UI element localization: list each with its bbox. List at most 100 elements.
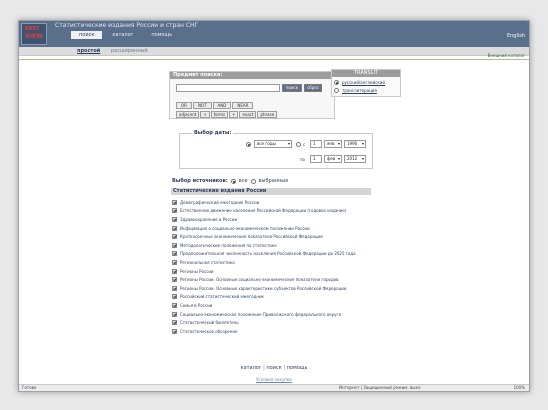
to-label: по	[300, 157, 306, 162]
checkbox-icon[interactable]	[172, 242, 177, 248]
list-item-label: Регионы России. Основные социально-эконо…	[180, 277, 339, 283]
search-panel: Предмет поиска: поиск сброс OR NOT AND N…	[169, 71, 335, 119]
list-item[interactable]: Социально-экономическое положение Привол…	[172, 310, 372, 319]
tab-search[interactable]: поиск	[71, 31, 103, 39]
eastview-logo[interactable]: EAST VIEW	[21, 23, 47, 45]
checkbox-icon[interactable]	[172, 285, 177, 291]
list-item[interactable]: Методологические положения по статистике	[172, 241, 372, 250]
date-legend: Выбор даты:	[192, 130, 234, 136]
list-item[interactable]: Естественное движение населения Российск…	[172, 207, 372, 216]
tab-help[interactable]: помощь	[143, 31, 180, 39]
english-link[interactable]: English	[507, 33, 525, 39]
checkbox-icon[interactable]	[172, 225, 177, 231]
reset-button[interactable]: сброс	[304, 84, 322, 92]
logo-text-bottom: VIEW	[25, 33, 43, 40]
footer-catalog-link[interactable]: каталог	[241, 365, 262, 371]
list-item[interactable]: Регионы России. Основные социально-эконо…	[172, 275, 372, 284]
checkbox-icon[interactable]	[172, 320, 177, 326]
to-day-select[interactable]: 1	[310, 155, 322, 163]
checkbox-icon[interactable]	[172, 251, 177, 257]
logo-text-top: EAST	[25, 26, 40, 32]
list-item[interactable]: Региональная статистика	[172, 258, 372, 267]
main-tabs: поиск каталог помощь	[71, 31, 180, 39]
list-item[interactable]: Краткосрочные экономические показатели Р…	[172, 232, 372, 241]
op-and-button[interactable]: AND	[212, 102, 232, 109]
to-day-value: 1	[313, 156, 316, 161]
boolean-operators: OR NOT AND NEAR	[176, 102, 254, 109]
to-month-select[interactable]: фев ▾	[324, 155, 342, 163]
list-item[interactable]: Статистическое обозрение	[172, 327, 372, 336]
phrase-operators: adjacent + forms + exact phrase	[176, 111, 278, 118]
sources-selected-radio[interactable]	[250, 178, 256, 184]
chevron-down-icon: ▾	[287, 141, 290, 146]
list-item[interactable]: Регионы России	[172, 267, 372, 276]
list-item[interactable]: Здравоохранение в России	[172, 215, 372, 224]
checkbox-icon[interactable]	[172, 328, 177, 334]
checkbox-icon[interactable]	[172, 208, 177, 214]
list-item-label: Социально-экономическое положение Привол…	[180, 311, 342, 317]
browser-window: EAST VIEW Статистические издания России …	[18, 20, 530, 392]
list-item[interactable]: Регионы России. Основные характеристики …	[172, 284, 372, 293]
list-item[interactable]: Российский статистический ежегодник	[172, 293, 372, 302]
list-item[interactable]: Информация о социально-экономическом пол…	[172, 224, 372, 233]
sources-label: Выбор источников:	[172, 178, 228, 184]
list-item-label: Статистический бюллетень	[180, 320, 239, 326]
sources-all-label: все	[238, 178, 248, 184]
footer-search-link[interactable]: поиск	[266, 365, 281, 371]
from-year-value: 1990	[347, 141, 358, 146]
list-item[interactable]: Семья в России	[172, 301, 372, 310]
search-mode-bar: простой расширенный	[19, 47, 529, 56]
date-range-value: все годы	[257, 141, 276, 146]
terms-link[interactable]: Условия покупки	[19, 377, 529, 382]
list-item-label: Семья в России	[180, 302, 213, 308]
op-not-button[interactable]: NOT	[192, 102, 212, 109]
date-range-radio[interactable]	[246, 142, 251, 147]
list-item-label: Регионы России. Основные характеристики …	[180, 285, 347, 291]
chevron-down-icon: ▾	[337, 141, 340, 146]
checkbox-icon[interactable]	[172, 234, 177, 240]
checkbox-icon[interactable]	[172, 259, 177, 265]
op-or-button[interactable]: OR	[176, 102, 192, 109]
chevron-down-icon: ▾	[361, 141, 364, 146]
footer-help-link[interactable]: помощь	[287, 365, 308, 371]
op-phrase-button[interactable]: phrase	[257, 111, 278, 118]
list-item[interactable]: Статистический бюллетень	[172, 318, 372, 327]
checkbox-icon[interactable]	[172, 277, 177, 283]
op-adjacent-button[interactable]: adjacent	[176, 111, 200, 118]
from-year-select[interactable]: 1990 ▾	[344, 140, 366, 148]
to-year-select[interactable]: 2012 ▾	[344, 155, 366, 163]
search-button[interactable]: поиск	[282, 84, 302, 92]
radio-icon[interactable]	[334, 80, 339, 85]
list-item-label: Естественное движение населения Российск…	[180, 208, 347, 214]
checkbox-icon[interactable]	[172, 216, 177, 222]
list-item-label: Регионы России	[180, 268, 214, 274]
translit-option-ru-en[interactable]: русский/английский	[334, 80, 398, 85]
list-item[interactable]: Предположительная численность населения …	[172, 250, 372, 259]
op-forms-button[interactable]: forms	[210, 111, 229, 118]
translit-option-label: русский/английский	[342, 80, 386, 85]
translit-panel: TRANSLIT русский/английский транслитерац…	[331, 69, 401, 97]
date-range-select[interactable]: все годы ▾	[254, 140, 292, 148]
checkbox-icon[interactable]	[172, 302, 177, 308]
op-plus2-button[interactable]: +	[229, 111, 239, 118]
op-near-button[interactable]: NEAR	[232, 102, 254, 109]
checkbox-icon[interactable]	[172, 311, 177, 317]
checkbox-icon[interactable]	[172, 199, 177, 205]
zoom-level[interactable]: 100%	[514, 385, 525, 391]
checkbox-icon[interactable]	[172, 268, 177, 274]
list-item[interactable]: Демографический ежегодник России	[172, 198, 372, 207]
op-exact-button[interactable]: exact	[239, 111, 257, 118]
search-input[interactable]	[176, 84, 280, 92]
from-month-select[interactable]: янв ▾	[324, 140, 342, 148]
tab-catalog[interactable]: каталог	[104, 31, 141, 39]
simple-search-link[interactable]: простой	[77, 48, 100, 54]
checkbox-icon[interactable]	[172, 294, 177, 300]
op-plus-button[interactable]: +	[200, 111, 210, 118]
radio-icon[interactable]	[334, 88, 339, 93]
advanced-search-link[interactable]: расширенный	[111, 48, 148, 54]
sources-all-radio[interactable]	[230, 178, 236, 184]
date-custom-radio[interactable]	[296, 142, 301, 147]
translit-option-translit[interactable]: транслитерация	[334, 88, 398, 93]
external-catalog-link[interactable]: Внешний каталог	[488, 53, 525, 58]
from-day-select[interactable]: 1	[310, 140, 322, 148]
